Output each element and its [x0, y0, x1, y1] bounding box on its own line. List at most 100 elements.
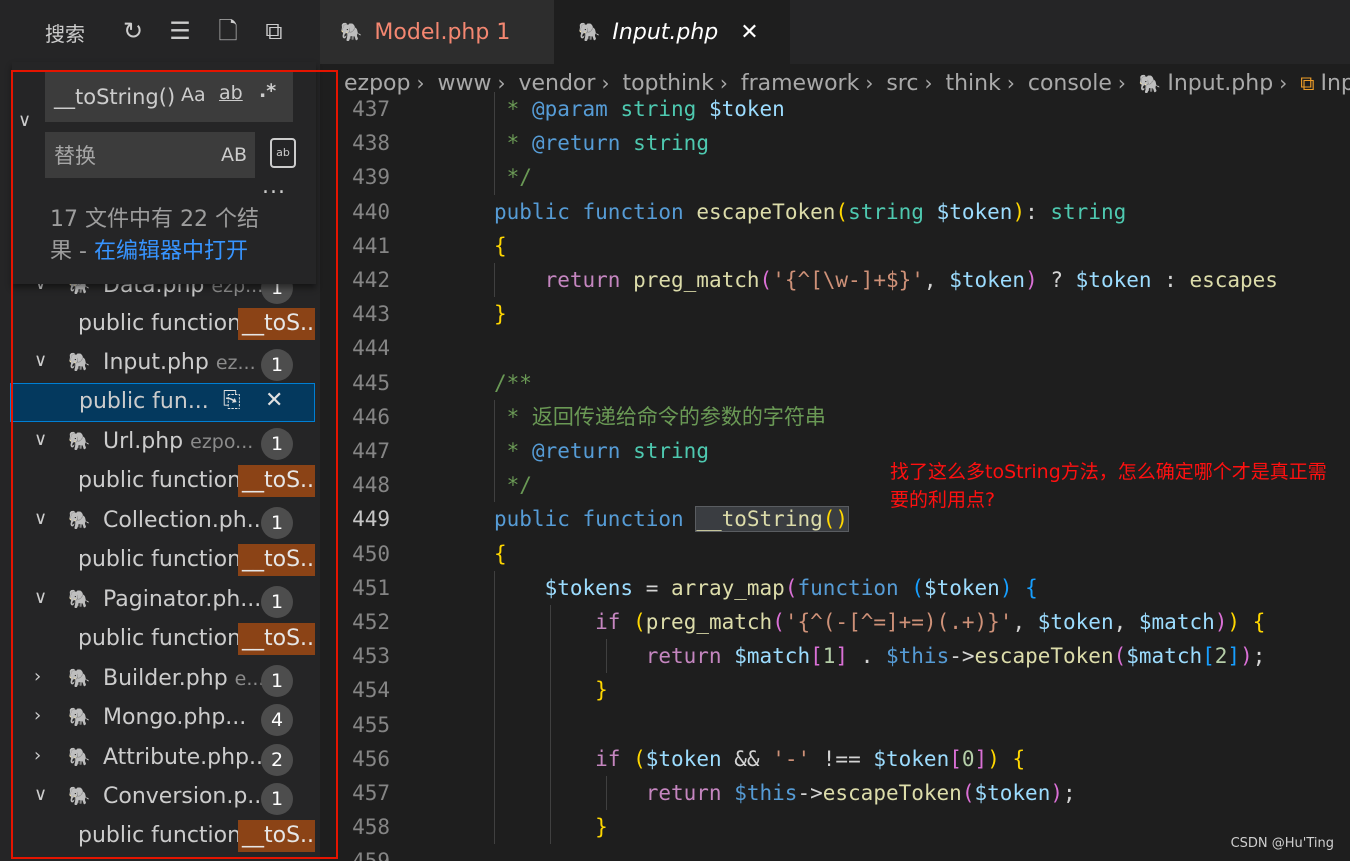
php-file-icon: 🐘: [340, 21, 363, 43]
close-icon[interactable]: ✕: [740, 20, 758, 45]
open-in-editor-link[interactable]: 在编辑器中打开: [94, 239, 248, 264]
match-highlight: __toS...: [238, 544, 315, 576]
file-row-builder[interactable]: › 🐘 Builder.php e... 1: [10, 661, 315, 700]
match-row[interactable]: public function __toS...: [10, 621, 315, 660]
chevron-right-icon[interactable]: ›: [34, 745, 41, 766]
file-name-text: Paginator.ph...: [103, 587, 262, 612]
file-name: Collection.ph...: [103, 508, 263, 533]
file-name-text: Url.php: [103, 429, 184, 454]
replace-icon[interactable]: ⎘: [223, 388, 241, 413]
refresh-icon[interactable]: ↻: [118, 14, 148, 48]
file-name-text: Conversion.p...: [103, 784, 263, 809]
file-name: Conversion.p...: [103, 784, 263, 809]
line-number: 453: [352, 644, 390, 669]
code-line: 456 if ($token && '-' !== $token[0]) {: [320, 741, 1350, 776]
file-name: Attribute.php...: [103, 745, 263, 770]
search-input[interactable]: __toString() Aa ab .*: [45, 72, 293, 122]
more-options-icon[interactable]: ...: [262, 174, 286, 199]
file-name-text: Input.php: [103, 350, 209, 375]
line-content: {: [494, 233, 507, 258]
chevron-down-icon[interactable]: ∨: [34, 587, 47, 608]
match-count-badge: 1: [261, 665, 293, 697]
replace-placeholder: 替换: [54, 144, 96, 168]
clear-results-icon[interactable]: ☰: [165, 14, 195, 48]
php-file-icon: 🐘: [68, 707, 91, 728]
code-line: 437 * @param string $token: [320, 92, 1350, 127]
line-number: 448: [352, 473, 390, 498]
collapse-all-icon[interactable]: ⧉: [259, 14, 289, 48]
line-number: 452: [352, 610, 390, 634]
chevron-down-icon[interactable]: ∨: [34, 508, 47, 529]
code-line: 454 }: [320, 673, 1350, 708]
line-content: }: [595, 678, 608, 703]
search-input-value: __toString(): [54, 85, 176, 109]
editor-tab-bar: 🐘 Model.php 1 🐘 Input.php ✕: [320, 0, 1350, 64]
match-case-icon[interactable]: Aa: [181, 84, 206, 106]
file-path: e...: [234, 668, 263, 690]
search-panel: ∨ __toString() Aa ab .* 替换 AB ab ... 17 …: [12, 62, 316, 284]
file-row-collection[interactable]: ∨ 🐘 Collection.ph... 1: [10, 503, 315, 542]
match-count-badge: 1: [261, 349, 293, 381]
replace-input[interactable]: 替换 AB: [45, 132, 255, 178]
chevron-right-icon[interactable]: ›: [34, 666, 41, 687]
line-number: 441: [352, 233, 390, 258]
new-search-editor-icon[interactable]: 🗋: [213, 14, 243, 48]
file-row-attribute[interactable]: › 🐘 Attribute.php... 2: [10, 740, 315, 779]
match-row-active[interactable]: public fun... ⎘ ✕: [10, 383, 315, 422]
file-name: Paginator.ph...: [103, 587, 263, 612]
tab-model-php[interactable]: 🐘 Model.php 1: [320, 0, 554, 64]
php-file-icon: 🐘: [68, 352, 91, 373]
file-row-mongo[interactable]: › 🐘 Mongo.php... 4: [10, 700, 315, 739]
line-number: 450: [352, 541, 390, 566]
line-number: 445: [352, 370, 390, 395]
match-count-badge: 1: [261, 586, 293, 618]
php-file-icon: 🐘: [68, 747, 91, 768]
dismiss-icon[interactable]: ✕: [265, 388, 283, 413]
code-line: 446 * 返回传递给命令的参数的字符串: [320, 399, 1350, 434]
use-regex-icon[interactable]: .*: [259, 80, 276, 102]
toggle-replace-icon[interactable]: ∨: [18, 110, 31, 131]
preserve-case-icon[interactable]: AB: [221, 144, 247, 166]
chevron-down-icon[interactable]: ∨: [34, 429, 47, 450]
line-number: 449: [352, 507, 390, 532]
chevron-right-icon[interactable]: ›: [34, 705, 41, 726]
code-line: 455: [320, 707, 1350, 742]
code-line: 451 $tokens = array_map(function ($token…: [320, 570, 1350, 605]
line-content: {: [494, 541, 507, 566]
match-whole-word-icon[interactable]: ab: [219, 82, 243, 104]
line-number: 458: [352, 815, 390, 840]
php-file-icon: 🐘: [68, 510, 91, 531]
file-name: Mongo.php...: [103, 705, 263, 730]
php-file-icon: 🐘: [578, 21, 601, 43]
php-file-icon: 🐘: [68, 786, 91, 807]
match-row[interactable]: public function __toS...: [10, 542, 315, 581]
tab-label: Input.php: [612, 19, 719, 45]
line-number: 447: [352, 439, 390, 463]
file-row-url[interactable]: ∨ 🐘 Url.php ezpo... 1: [10, 424, 315, 463]
line-content: }: [595, 815, 608, 840]
match-row[interactable]: public function __toS...: [10, 463, 315, 502]
file-name: Builder.php e...: [103, 666, 263, 691]
line-number: 455: [352, 712, 390, 737]
file-row-paginator[interactable]: ∨ 🐘 Paginator.ph... 1: [10, 582, 315, 621]
chevron-down-icon[interactable]: ∨: [34, 784, 47, 805]
chevron-down-icon[interactable]: ∨: [34, 350, 47, 371]
file-row-conversion[interactable]: ∨ 🐘 Conversion.p... 1: [10, 779, 315, 818]
line-content: * 返回传递给命令的参数的字符串: [494, 404, 826, 429]
match-row[interactable]: public function __toS...: [10, 818, 315, 857]
line-number: 457: [352, 781, 390, 805]
replace-all-icon[interactable]: ab: [270, 138, 296, 168]
file-row-input[interactable]: ∨ 🐘 Input.php ez... 1: [10, 345, 315, 384]
line-number: 454: [352, 678, 390, 703]
line-content: */: [494, 473, 532, 498]
line-number: 443: [352, 302, 390, 327]
line-content: return $match[1] . $this->escapeToken($m…: [645, 644, 1266, 669]
code-line: 445 /**: [320, 366, 1350, 400]
match-prefix: public function: [78, 626, 242, 651]
line-content: * @return string: [494, 131, 709, 156]
sidebar-header: 搜索 ↻ ☰ 🗋 ⧉: [0, 0, 320, 62]
tab-input-php[interactable]: 🐘 Input.php ✕: [554, 0, 790, 64]
file-name-text: Mongo.php...: [103, 705, 247, 730]
match-count-badge: 1: [261, 507, 293, 539]
match-row[interactable]: public function __toS...: [10, 306, 315, 345]
